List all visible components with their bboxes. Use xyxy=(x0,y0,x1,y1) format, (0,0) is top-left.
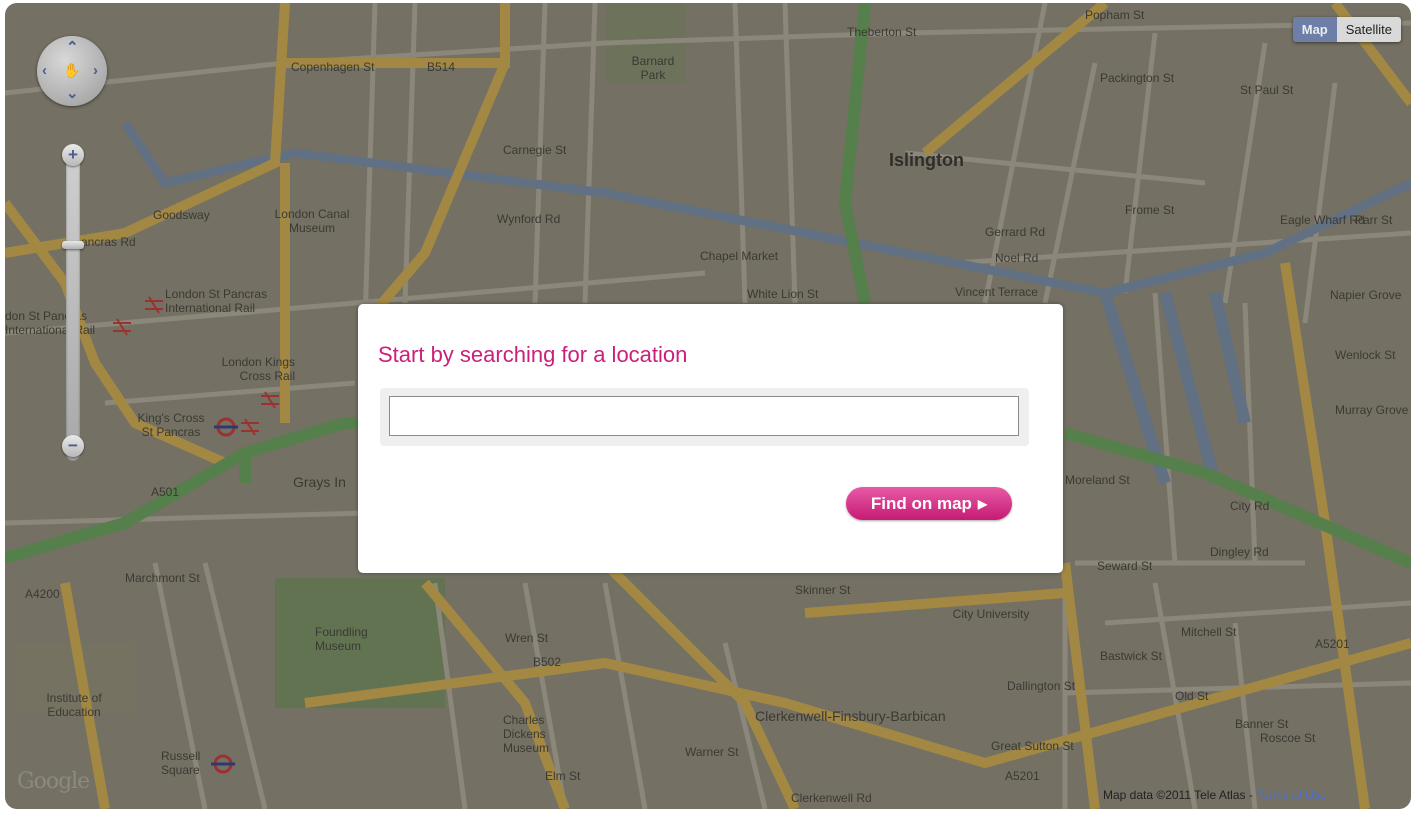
pan-left-icon[interactable]: ‹ xyxy=(42,63,47,78)
zoom-slider-track[interactable] xyxy=(66,149,80,461)
zoom-slider-thumb[interactable] xyxy=(62,241,84,249)
search-field-wrapper xyxy=(380,388,1029,446)
play-arrow-icon: ▶ xyxy=(977,496,988,511)
dialog-title: Start by searching for a location xyxy=(378,342,688,367)
map-data-text: Map data ©2011 Tele Atlas xyxy=(1103,788,1246,802)
terms-of-use-link[interactable]: Terms of Use xyxy=(1256,788,1327,802)
pan-down-icon[interactable]: ⌄ xyxy=(66,86,79,101)
map-type-control: Map Satellite xyxy=(1292,17,1401,42)
map-type-map-button[interactable]: Map xyxy=(1292,17,1337,42)
map-attribution: Map data ©2011 Tele Atlas - Terms of Use xyxy=(1103,788,1327,802)
pan-control[interactable]: ⌃ ‹ › ⌄ ✋ xyxy=(37,36,107,106)
location-search-input[interactable] xyxy=(389,396,1019,436)
google-logo[interactable]: Google xyxy=(17,769,90,794)
pan-up-icon[interactable]: ⌃ xyxy=(66,40,79,55)
hand-icon: ✋ xyxy=(63,62,81,78)
zoom-out-button[interactable]: − xyxy=(62,435,84,457)
zoom-in-button[interactable]: + xyxy=(62,144,84,166)
pan-right-icon[interactable]: › xyxy=(93,63,98,78)
attribution-separator: - xyxy=(1245,788,1256,802)
map-frame[interactable]: Copenhagen St B514 Barnard Park Carnegie… xyxy=(5,3,1411,809)
find-on-map-label: Find on map xyxy=(870,493,972,513)
search-location-dialog: Start by searching for a location Find o… xyxy=(358,304,1063,573)
find-on-map-button[interactable]: Find on map ▶ xyxy=(846,487,1012,520)
map-type-satellite-button[interactable]: Satellite xyxy=(1336,17,1401,42)
